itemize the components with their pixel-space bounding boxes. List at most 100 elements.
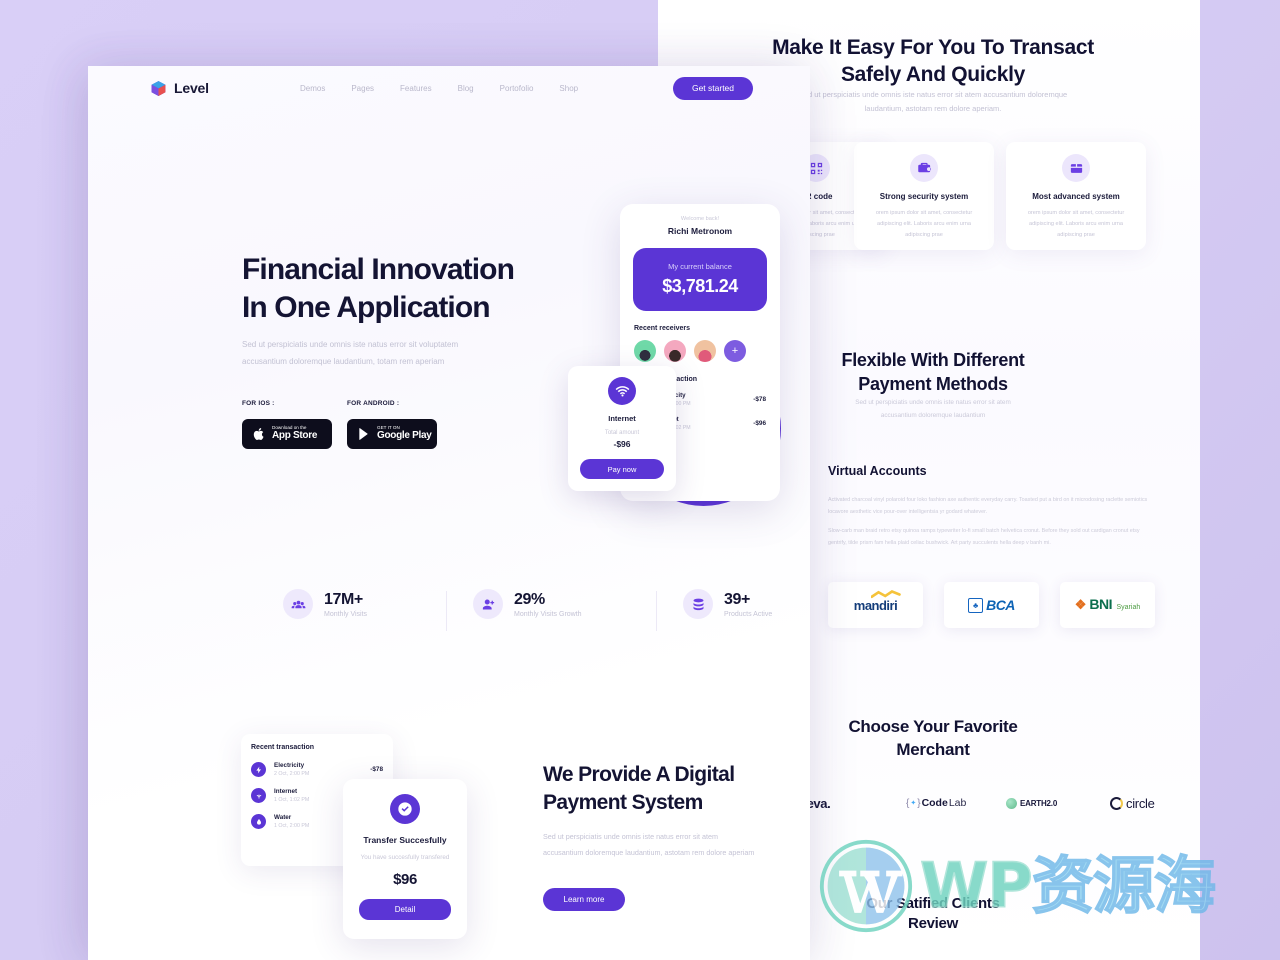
brace-right-icon: }	[917, 797, 921, 809]
balance-label: My current balance	[668, 262, 732, 271]
nav-link-portofolio[interactable]: Portofolio	[500, 84, 534, 93]
transfer-success-card: Transfer Succesfully You have succesfull…	[343, 779, 467, 939]
learn-more-button[interactable]: Learn more	[543, 888, 625, 911]
stat-label: Monthly Visits	[324, 610, 368, 618]
bank-sub: Syariah	[1116, 604, 1141, 611]
main-landing-page-panel: Level Demos Pages Features Blog Portofol…	[88, 66, 810, 960]
top-navbar: Level Demos Pages Features Blog Portofol…	[88, 66, 810, 110]
provide-paragraph: Sed ut perspiciatis unde omnis iste natu…	[543, 832, 755, 857]
bank-logos-row: mandiri ♣ BCA ❖ BNI Syariah	[828, 582, 1188, 630]
heading-line-1: Make It Easy For You To Transact	[772, 36, 1094, 59]
brace-left-icon: {	[906, 797, 910, 809]
avatar[interactable]	[694, 340, 716, 362]
stat-value: 29%	[514, 590, 545, 608]
merchant-logo-earth20[interactable]: EARTH2.0	[1006, 790, 1057, 816]
app-store-button[interactable]: Download on the App Store	[242, 419, 332, 449]
cube-logo-icon	[151, 80, 166, 96]
transaction-date: 2 Oct, 2:00 PM	[274, 771, 310, 777]
avatar[interactable]	[664, 340, 686, 362]
transaction-name: Electricity	[274, 762, 305, 769]
transaction-amount: -$96	[753, 420, 766, 427]
google-play-button[interactable]: GET IT ON Google Play	[347, 419, 437, 449]
bank-name: BCA	[986, 597, 1015, 613]
nav-link-blog[interactable]: Blog	[458, 84, 474, 93]
welcome-text: Welcome back!	[680, 216, 720, 222]
android-label: FOR ANDROID :	[347, 400, 400, 407]
recent-transaction-card-title: Recent transaction	[251, 744, 315, 751]
detail-button[interactable]: Detail	[359, 898, 451, 920]
nav-links: Demos Pages Features Blog Portofolio Sho…	[300, 84, 578, 93]
apple-icon	[253, 427, 264, 440]
google-play-icon	[359, 428, 368, 440]
bank-name: mandiri	[853, 597, 898, 613]
virtual-accounts-body: Activated charcoal vinyl polaroid four l…	[828, 494, 1148, 550]
feature-title: Strong security system	[879, 192, 969, 201]
nav-link-features[interactable]: Features	[400, 84, 432, 93]
briefcase-lock-icon	[910, 154, 938, 182]
feature-card-most-advanced[interactable]: Most advanced system orem ipsum dolor si…	[1006, 142, 1146, 250]
bank-logo-bni-syariah[interactable]: ❖ BNI Syariah	[1060, 582, 1155, 628]
stat-monthly-visits: 17M+ Monthly Visits	[283, 589, 367, 619]
asterisk-icon: ✦	[910, 800, 917, 807]
transaction-amount: -$78	[370, 766, 383, 773]
transfer-amount: $96	[393, 870, 417, 888]
user-plus-icon	[473, 589, 503, 619]
bank-logo-mandiri[interactable]: mandiri	[828, 582, 923, 628]
virtual-accounts-paragraph-2: Slow-carb man braid retro etsy quinoa ra…	[828, 527, 1140, 547]
nav-link-demos[interactable]: Demos	[300, 84, 325, 93]
pay-card-total-label: Total amount	[604, 430, 640, 436]
store-buttons: Download on the App Store GET IT ON Goog…	[242, 419, 437, 449]
feature-desc: orem ipsum dolor sit amet, consectetur a…	[875, 210, 973, 239]
pay-card-title: Internet	[608, 414, 636, 423]
bca-emblem-icon: ♣	[968, 597, 984, 613]
transaction-amount: -$78	[753, 396, 766, 403]
add-receiver-button[interactable]: +	[724, 340, 746, 362]
wallet-icon	[1062, 154, 1090, 182]
check-circle-icon	[390, 794, 420, 824]
stat-label: Monthly Visits Growth	[514, 610, 582, 618]
provide-heading: We Provide A Digital Payment System	[543, 761, 788, 818]
get-started-button[interactable]: Get started	[673, 76, 753, 100]
users-icon	[283, 589, 313, 619]
avatar[interactable]	[634, 340, 656, 362]
balance-card: My current balance $3,781.24	[633, 248, 767, 311]
database-icon	[683, 589, 713, 619]
mandiri-wave-icon	[871, 589, 902, 598]
merchant-logo-codelab[interactable]: {✦} Code Lab	[906, 790, 966, 816]
hero-paragraph: Sed ut perspiciatis unde omnis iste natu…	[242, 340, 459, 366]
feature-desc: orem ipsum dolor sit amet, consectetur a…	[1027, 210, 1125, 239]
stat-value: 17M+	[324, 590, 363, 608]
pay-now-button[interactable]: Pay now	[580, 459, 664, 479]
stat-value: 39+	[724, 590, 750, 608]
merchant-name: circle	[1126, 795, 1155, 811]
nav-link-shop[interactable]: Shop	[559, 84, 578, 93]
circle-ring-icon	[1110, 796, 1123, 810]
recent-receivers-label: Recent receivers	[634, 325, 691, 332]
transfer-success-description: You have succesfully transfered	[360, 854, 450, 861]
feature-title: Most advanced system	[1032, 192, 1120, 201]
merchant-logo-circle[interactable]: circle	[1110, 790, 1155, 816]
bank-name: BNI	[1089, 596, 1113, 612]
stat-divider	[656, 591, 657, 631]
globe-icon	[1006, 797, 1017, 809]
phone-mockup: Welcome back! Richi Metronom My current …	[566, 196, 806, 506]
brand-logo[interactable]: Level	[150, 80, 209, 97]
virtual-accounts-title: Virtual Accounts	[828, 464, 927, 478]
feature-card-strong-security[interactable]: Strong security system orem ipsum dolor …	[854, 142, 994, 250]
bank-logo-bca[interactable]: ♣ BCA	[944, 582, 1039, 628]
stats-row: 17M+ Monthly Visits 29% Monthly Visits G…	[283, 589, 783, 637]
recent-receivers-avatars: +	[634, 340, 780, 362]
provide-heading-line-2: Payment System	[543, 791, 703, 815]
balance-value: $3,781.24	[662, 276, 738, 296]
nav-link-pages[interactable]: Pages	[351, 84, 374, 93]
google-play-big-label: Google Play	[377, 430, 432, 442]
hero-heading-line-2: In One Application	[242, 291, 491, 325]
transaction-row[interactable]: Electricity 2 Oct, 2:00 PM -$78	[251, 762, 393, 777]
hero-heading: Financial Innovation In One Application	[242, 251, 572, 328]
bni-emblem-icon: ❖	[1074, 597, 1087, 612]
bolt-icon	[251, 762, 266, 777]
stat-monthly-visits-growth: 29% Monthly Visits Growth	[473, 589, 582, 619]
stat-label: Products Active	[724, 610, 773, 618]
merchant-name: Code	[921, 797, 948, 809]
merchant-name: EARTH2.0	[1020, 798, 1058, 808]
